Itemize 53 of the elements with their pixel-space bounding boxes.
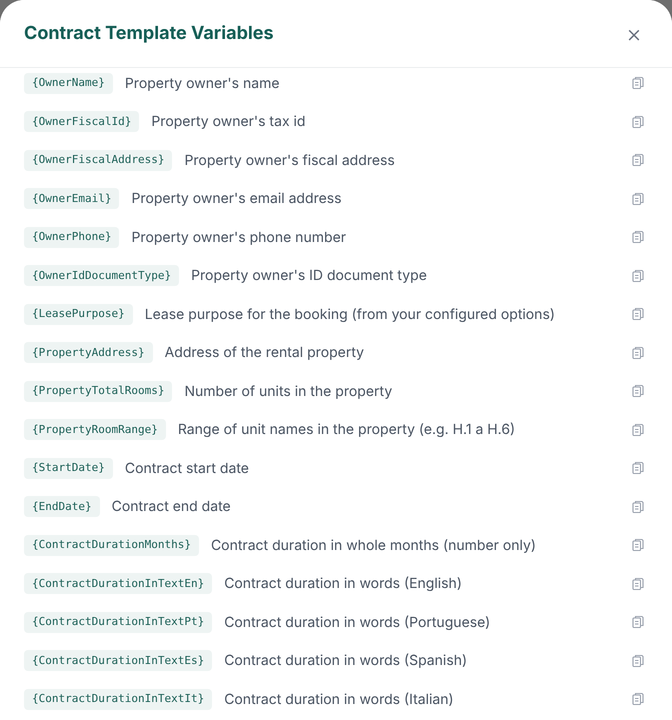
variable-tag: {OwnerFiscalId}	[24, 111, 140, 132]
variable-tag: {EndDate}	[24, 496, 100, 518]
variable-description: Property owner's fiscal address	[184, 150, 396, 171]
copy-icon[interactable]	[632, 576, 644, 591]
copy-icon[interactable]	[632, 422, 644, 437]
variable-description: Property owner's email address	[131, 189, 343, 210]
copy-icon[interactable]	[632, 692, 644, 706]
copy-icon[interactable]	[632, 500, 644, 514]
variable-tag: {StartDate}	[24, 458, 113, 479]
variable-description: Lease purpose for the booking (from your configured options)	[144, 304, 556, 325]
variable-description: Contract duration in words (English)	[224, 574, 463, 594]
dialog-title: Contract Template Variables	[24, 22, 274, 46]
variable-tag: {OwnerName}	[24, 72, 113, 94]
variable-tag: {ContractDurationInTextPt}	[24, 612, 212, 633]
variable-tag: {PropertyRoomRange}	[24, 419, 166, 440]
copy-icon[interactable]	[632, 346, 644, 360]
close-button[interactable]: ×	[624, 22, 644, 46]
variable-tag: {PropertyTotalRooms}	[24, 380, 172, 402]
variable-description: Property owner's name	[124, 74, 281, 94]
variable-description: Contract duration in words (Portuguese)	[224, 612, 492, 633]
variable-tag: {OwnerIdDocumentType}	[24, 265, 180, 286]
copy-icon[interactable]	[632, 153, 644, 168]
variable-description: Property owner's phone number	[131, 228, 348, 248]
variable-tag: {ContractDurationInTextEs}	[24, 650, 212, 672]
variable-tag: {ContractDurationMonths}	[24, 534, 199, 556]
variable-tag: {ContractDurationInTextIt}	[24, 688, 212, 710]
variable-description: Property owner's tax id	[151, 112, 306, 132]
copy-icon[interactable]	[632, 192, 644, 206]
variable-tag: {OwnerEmail}	[24, 188, 120, 210]
copy-icon[interactable]	[632, 268, 644, 283]
variable-tag: {OwnerPhone}	[24, 226, 120, 248]
copy-icon[interactable]	[632, 114, 644, 129]
copy-icon[interactable]	[632, 307, 644, 322]
variable-tag: {PropertyAddress}	[24, 342, 153, 364]
copy-icon[interactable]	[632, 654, 644, 668]
variable-tag: {ContractDurationInTextEn}	[24, 573, 212, 594]
variable-description: Contract duration in whole months (number only)	[210, 536, 537, 556]
variable-tag: {OwnerFiscalAddress}	[24, 150, 172, 171]
variable-tag: {LeasePurpose}	[24, 304, 133, 325]
variable-description: Range of unit names in the property (e.g. H.1 a H.6)	[178, 420, 516, 440]
variable-description: Contract start date	[124, 458, 250, 479]
copy-icon[interactable]	[632, 538, 644, 552]
copy-icon[interactable]	[632, 384, 644, 398]
variable-description: Contract end date	[112, 497, 232, 518]
copy-icon[interactable]	[632, 461, 644, 476]
variable-description: Number of units in the property	[184, 382, 394, 402]
copy-icon[interactable]	[632, 76, 644, 90]
variable-description: Contract duration in words (Italian)	[224, 690, 455, 710]
copy-icon[interactable]	[632, 230, 644, 244]
variable-description: Address of the rental property	[164, 343, 366, 364]
variable-description: Property owner's ID document type	[191, 266, 428, 286]
variable-description: Contract duration in words (Spanish)	[224, 651, 468, 672]
copy-icon[interactable]	[632, 615, 644, 630]
